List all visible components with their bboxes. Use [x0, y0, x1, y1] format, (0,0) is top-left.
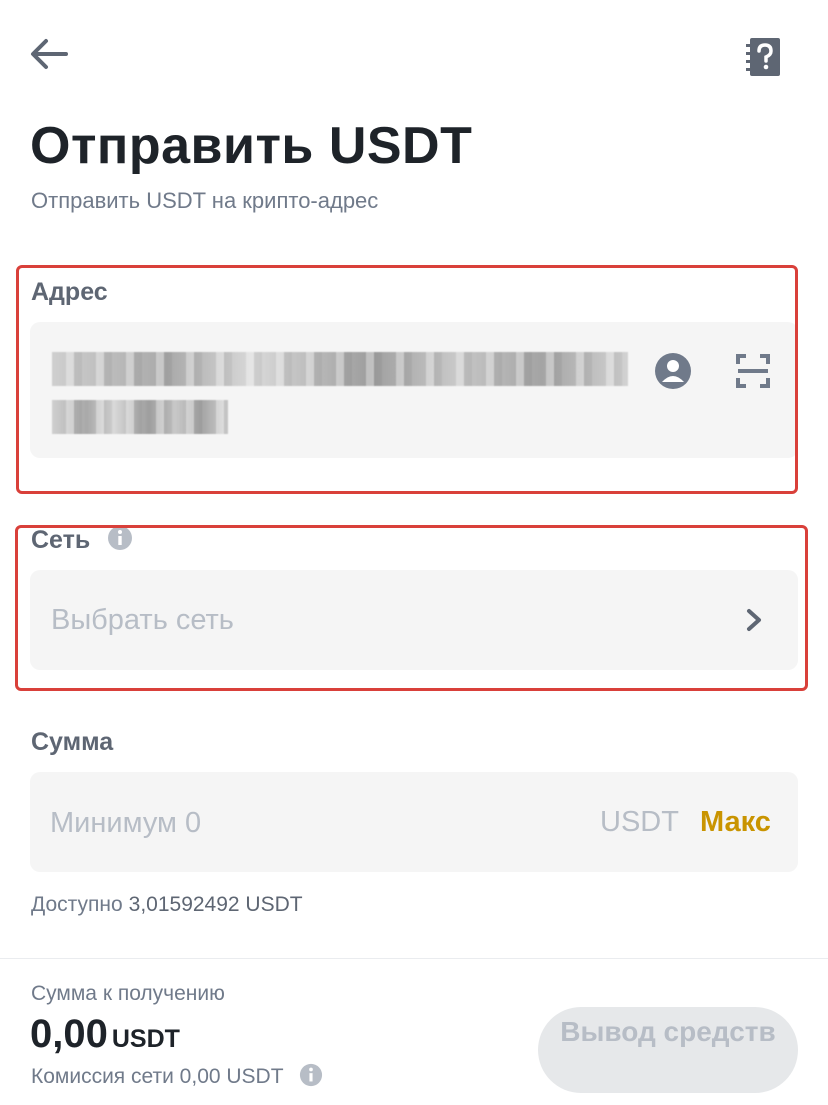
amount-input[interactable]: [50, 802, 470, 844]
redacted-address-line-2: [52, 400, 228, 434]
address-label: Адрес: [31, 278, 108, 306]
receive-amount-unit: USDT: [111, 1025, 180, 1053]
qr-scan-icon: [736, 354, 770, 388]
page-subtitle: Отправить USDT на крипто-адрес: [31, 188, 379, 213]
help-button[interactable]: [744, 36, 782, 78]
network-fee: Комиссия сети 0,00 USDT: [31, 1063, 323, 1089]
available-balance: Доступно 3,01592492 USDT: [31, 893, 303, 917]
receive-label: Сумма к получению: [31, 982, 225, 1005]
footer-divider: [0, 958, 828, 959]
network-label: Сеть: [31, 526, 133, 555]
receive-amount-value: 0,00: [30, 1012, 108, 1056]
network-placeholder: Выбрать сеть: [51, 604, 234, 636]
max-button[interactable]: Макс: [700, 806, 771, 839]
withdraw-button[interactable]: Вывод средств: [538, 1007, 798, 1093]
receive-amount: 0,00 USDT: [30, 1012, 180, 1057]
network-fee-text: Комиссия сети 0,00 USDT: [31, 1065, 284, 1088]
fee-info-icon[interactable]: [299, 1063, 323, 1087]
page-title: Отправить USDT: [30, 117, 473, 175]
network-select[interactable]: Выбрать сеть: [30, 570, 798, 670]
address-book-button[interactable]: [654, 352, 692, 390]
help-book-icon: [746, 38, 780, 76]
info-icon[interactable]: [107, 525, 133, 551]
address-field[interactable]: [30, 322, 798, 458]
redacted-address-line-1: [52, 352, 628, 386]
amount-field: USDT Макс: [30, 772, 798, 872]
arrow-left-icon: [31, 39, 68, 69]
available-label: Доступно: [31, 893, 123, 916]
amount-label: Сумма: [31, 728, 114, 756]
chevron-right-icon: [747, 609, 761, 631]
address-book-icon: [655, 353, 691, 389]
back-button[interactable]: [28, 34, 70, 74]
available-value: 3,01592492 USDT: [128, 893, 303, 916]
amount-unit: USDT: [600, 806, 679, 838]
network-label-text: Сеть: [31, 526, 91, 554]
scan-qr-button[interactable]: [734, 352, 772, 390]
